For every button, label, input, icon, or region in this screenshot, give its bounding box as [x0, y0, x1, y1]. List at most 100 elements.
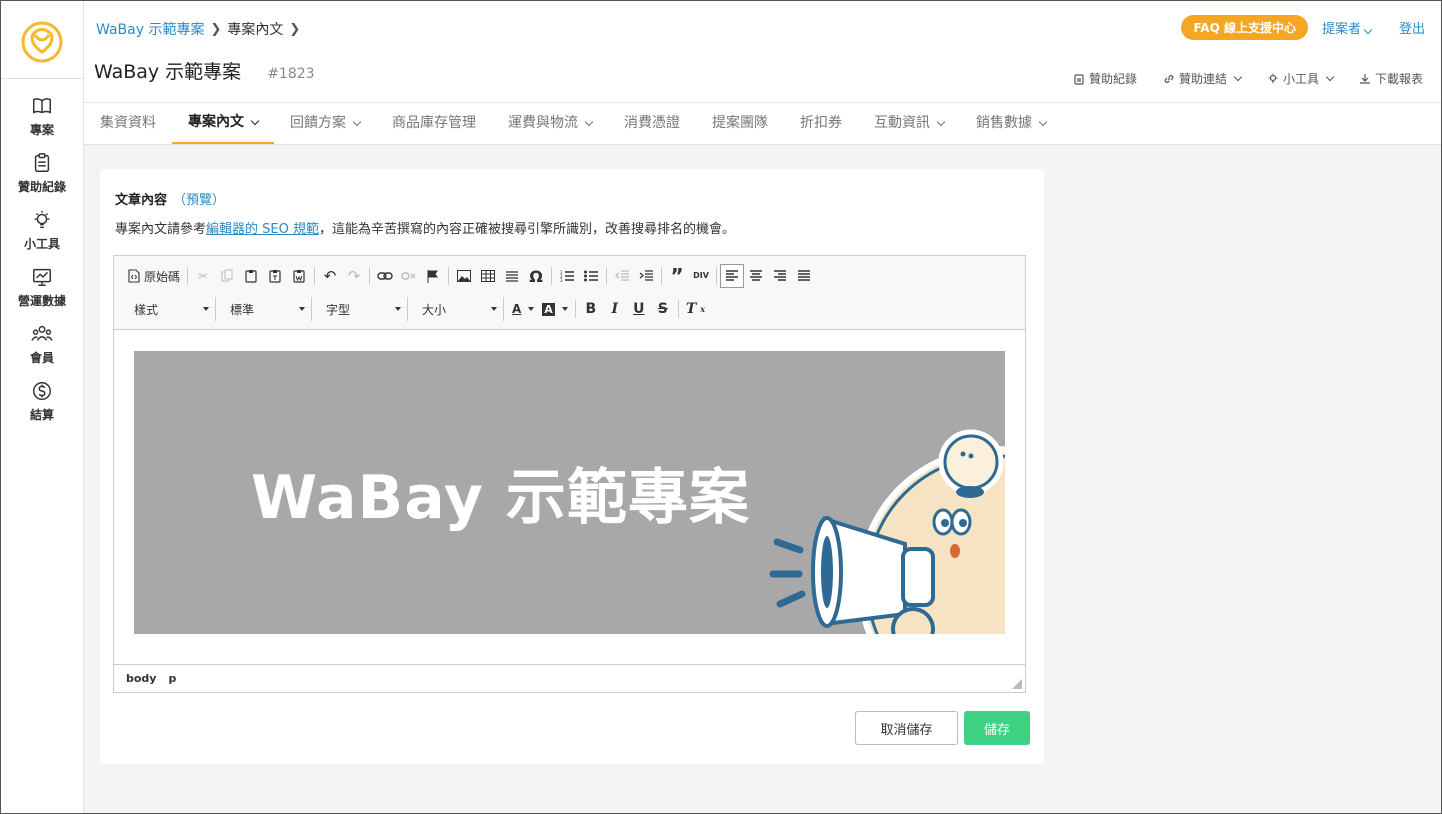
align-center-icon[interactable]	[744, 264, 768, 288]
svg-text:3: 3	[560, 278, 563, 282]
link-icon	[1164, 74, 1174, 83]
desc-suffix: ，這能為辛苦撰寫的內容正確被搜尋引擎所識別，改善搜尋排名的機會。	[318, 222, 735, 237]
tab-coupons[interactable]: 折扣券	[784, 103, 858, 144]
editor-toolbar: 原始碼 ✂ ↶ ↷ Ω 1 2 3 ” DIV 樣式 標準 字型 大小 A A …	[114, 256, 1025, 330]
table-icon[interactable]	[476, 264, 500, 288]
breadcrumb-project-link[interactable]: WaBay 示範專案	[96, 19, 204, 39]
font-select[interactable]: 字型	[316, 297, 408, 321]
tab-sales-data[interactable]: 銷售數據	[960, 103, 1062, 144]
caret-down-icon	[395, 307, 401, 311]
tab-vouchers[interactable]: 消費憑證	[608, 103, 696, 144]
seo-description: 專案內文請參考編輯器的 SEO 規範，這能為辛苦撰寫的內容正確被搜尋引擎所識別，…	[115, 218, 735, 237]
sidebar-item-tools[interactable]: 小工具	[1, 209, 83, 252]
tab-rewards[interactable]: 回饋方案	[274, 103, 376, 144]
format-select[interactable]: 標準	[220, 297, 312, 321]
toolbar-separator	[448, 267, 450, 285]
members-icon	[31, 325, 53, 341]
outdent-icon[interactable]	[610, 264, 634, 288]
banner-image: WaBay 示範專案	[134, 351, 1005, 634]
element-path-body[interactable]: body	[126, 672, 156, 685]
proposer-menu[interactable]: 提案者	[1321, 18, 1373, 37]
sidebar-item-settlement[interactable]: 結算	[1, 380, 83, 423]
sidebar-item-sponsor-records[interactable]: 贊助紀錄	[1, 152, 83, 195]
sidebar-item-operations[interactable]: 營運數據	[1, 266, 83, 309]
undo-icon[interactable]: ↶	[318, 264, 342, 288]
paste-icon[interactable]	[239, 264, 263, 288]
sponsor-links-dropdown[interactable]: 贊助連結	[1163, 70, 1243, 87]
copy-icon[interactable]	[215, 264, 239, 288]
toolbar-separator	[606, 267, 608, 285]
indent-icon[interactable]	[634, 264, 658, 288]
chevron-down-icon	[1325, 72, 1335, 81]
seo-guide-link[interactable]: 編輯器的 SEO 規範	[206, 222, 319, 237]
chevron-right-icon: ❯	[210, 21, 222, 37]
sponsor-records-button[interactable]: 贊助紀錄	[1073, 70, 1137, 87]
page-title: WaBay 示範專案 #1823	[94, 57, 315, 84]
sidebar-item-label: 結算	[29, 408, 54, 422]
horizontal-line-icon[interactable]	[500, 264, 524, 288]
source-code-button[interactable]: 原始碼	[124, 264, 184, 288]
tab-project-content[interactable]: 專案內文	[172, 103, 274, 144]
italic-icon[interactable]: I	[603, 297, 627, 321]
download-report-button[interactable]: 下載報表	[1359, 70, 1423, 87]
tab-interactions[interactable]: 互動資訊	[858, 103, 960, 144]
toolbar-row-1: 原始碼 ✂ ↶ ↷ Ω 1 2 3 ” DIV	[124, 264, 816, 288]
element-path-p[interactable]: p	[168, 672, 176, 685]
underline-icon[interactable]: U	[627, 297, 651, 321]
save-button[interactable]: 儲存	[964, 711, 1030, 745]
link-icon[interactable]	[373, 264, 397, 288]
editor-content-area[interactable]: WaBay 示範專案	[114, 331, 1025, 665]
styles-select[interactable]: 樣式	[124, 297, 216, 321]
tab-funding-info[interactable]: 集資資料	[84, 103, 172, 144]
chart-icon	[33, 268, 51, 286]
logo[interactable]	[1, 1, 83, 79]
image-icon[interactable]	[452, 264, 476, 288]
top-right-nav: FAQ 線上支援中心 提案者 登出	[1181, 15, 1425, 40]
bold-icon[interactable]: B	[579, 297, 603, 321]
tab-label: 折扣券	[800, 115, 842, 131]
blockquote-icon[interactable]: ”	[665, 264, 689, 288]
paste-word-icon[interactable]	[287, 264, 311, 288]
unlink-icon[interactable]	[397, 264, 421, 288]
justify-icon[interactable]	[792, 264, 816, 288]
chevron-down-icon	[936, 117, 946, 126]
logout-link[interactable]: 登出	[1399, 18, 1425, 37]
anchor-flag-icon[interactable]	[421, 264, 445, 288]
rich-text-editor: 原始碼 ✂ ↶ ↷ Ω 1 2 3 ” DIV 樣式 標準 字型 大小 A A …	[113, 255, 1026, 693]
faq-button[interactable]: FAQ 線上支援中心	[1181, 15, 1308, 40]
strikethrough-icon[interactable]: S	[651, 297, 675, 321]
resize-handle-icon[interactable]	[1012, 679, 1022, 689]
sidebar-item-members[interactable]: 會員	[1, 323, 83, 366]
toolbar-separator	[677, 300, 679, 318]
sponsor-records-label: 贊助紀錄	[1088, 72, 1137, 86]
preview-link[interactable]: （預覽）	[173, 193, 225, 208]
cancel-button[interactable]: 取消儲存	[855, 711, 958, 745]
tab-shipping[interactable]: 運費與物流	[492, 103, 608, 144]
chevron-down-icon	[1233, 72, 1243, 81]
align-right-icon[interactable]	[768, 264, 792, 288]
div-container-icon[interactable]: DIV	[689, 264, 713, 288]
sidebar: 專案 贊助紀錄 小工具 營運數據 會員 結算	[1, 1, 84, 813]
sidebar-item-project[interactable]: 專案	[1, 95, 83, 138]
size-select[interactable]: 大小	[412, 297, 504, 321]
chevron-down-icon	[352, 117, 362, 126]
logo-icon	[21, 21, 63, 62]
cut-icon[interactable]: ✂	[191, 264, 215, 288]
special-char-icon[interactable]: Ω	[524, 264, 548, 288]
toolbar-separator	[716, 267, 718, 285]
tools-dropdown[interactable]: 小工具	[1267, 70, 1335, 87]
text-color-icon[interactable]: A	[508, 297, 538, 321]
paste-text-icon[interactable]	[263, 264, 287, 288]
redo-icon[interactable]: ↷	[342, 264, 366, 288]
align-left-icon[interactable]	[720, 264, 745, 288]
tab-inventory[interactable]: 商品庫存管理	[376, 103, 492, 144]
remove-format-icon[interactable]: Tx	[682, 297, 709, 321]
megaphone-mascot-illustration	[769, 429, 1005, 634]
background-color-icon[interactable]: A	[538, 297, 572, 321]
proposer-label: 提案者	[1321, 22, 1361, 37]
tab-team[interactable]: 提案團隊	[696, 103, 784, 144]
banner-title: WaBay 示範專案	[251, 463, 750, 533]
ordered-list-icon[interactable]: 123	[555, 264, 579, 288]
styles-label: 樣式	[134, 302, 159, 317]
bulleted-list-icon[interactable]	[579, 264, 603, 288]
